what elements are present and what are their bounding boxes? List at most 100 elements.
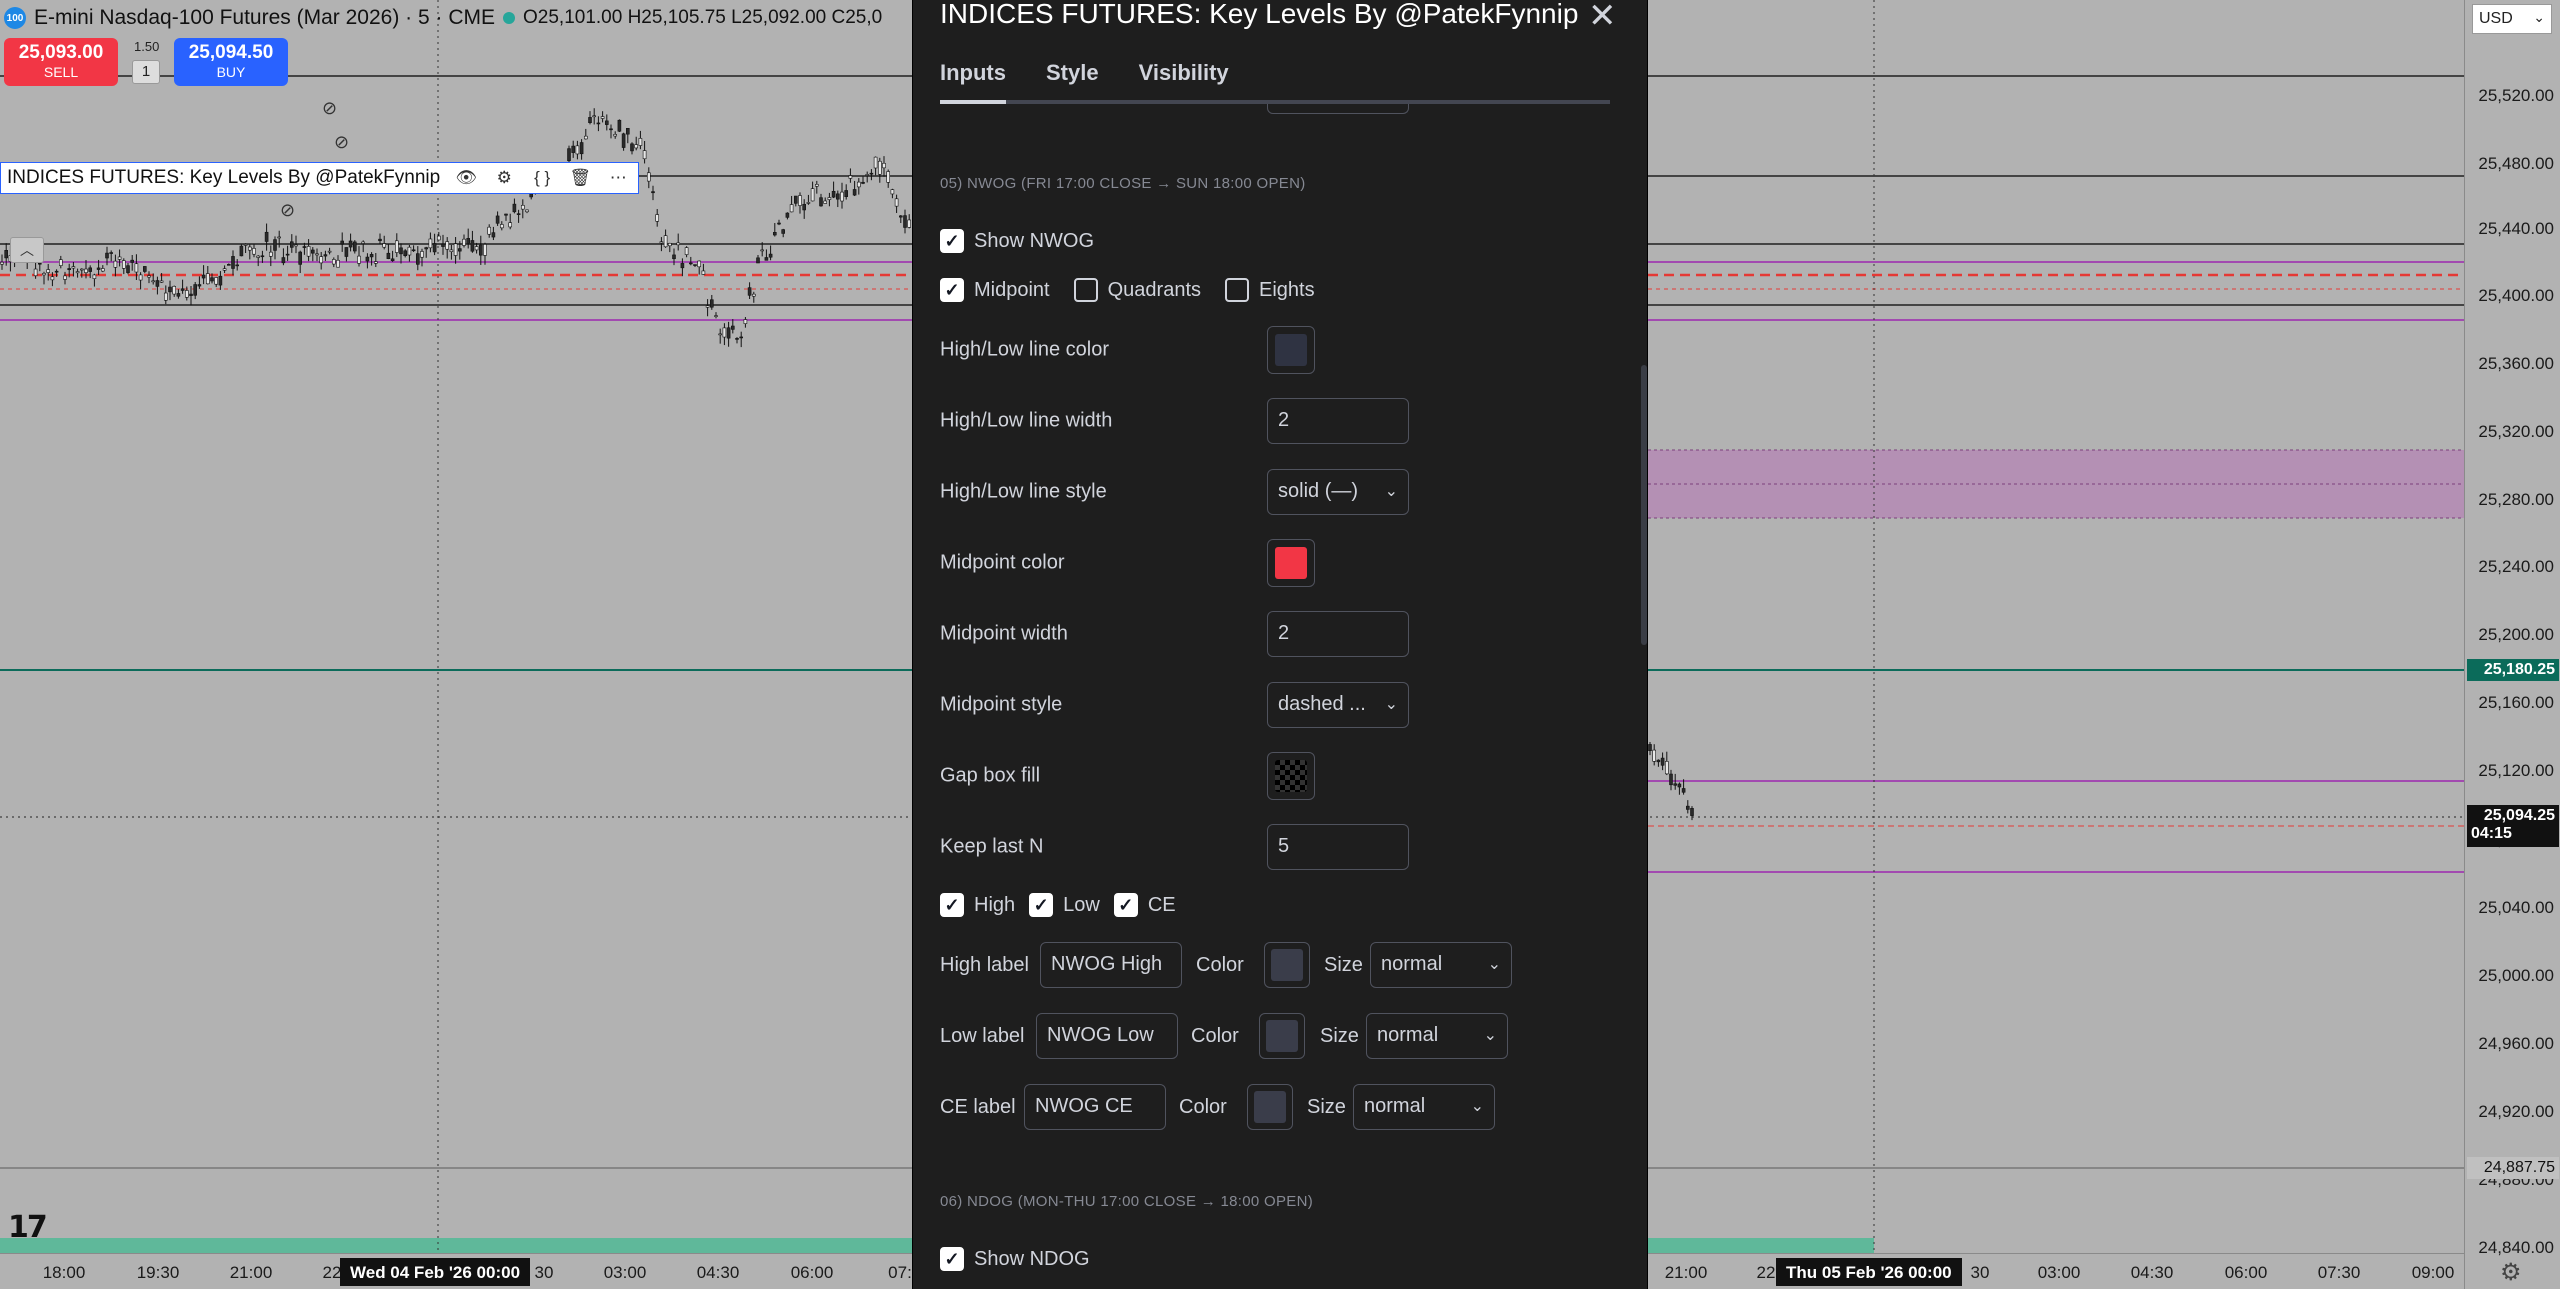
candle-body <box>525 209 529 213</box>
candle-body <box>571 145 576 153</box>
candle-body <box>411 249 416 252</box>
show-ndog-checkbox[interactable]: ✓ <box>940 1247 964 1271</box>
candle-body <box>130 259 134 263</box>
price-tick-label: 25,440.00 <box>2478 219 2554 238</box>
candle-body <box>378 238 382 242</box>
show-nwog-row[interactable]: ✓ Show NWOG <box>940 229 1094 253</box>
candle-body <box>294 244 298 247</box>
indicator-legend[interactable]: INDICES FUTURES: Key Levels By @PatekFyn… <box>0 162 640 194</box>
time-tick-label: 06:00 <box>2224 1263 2268 1282</box>
ce-color-swatch[interactable] <box>1247 1084 1293 1130</box>
quantity-box[interactable]: 1 <box>132 60 160 84</box>
sell-button[interactable]: 25,093.00 SELL <box>4 38 118 86</box>
candle-body <box>697 260 702 268</box>
show-nwog-checkbox[interactable]: ✓ <box>940 229 964 253</box>
tab-style[interactable]: Style <box>1046 60 1099 98</box>
candle-body <box>193 284 197 296</box>
tradingview-logo-icon[interactable]: 17 <box>8 1210 48 1245</box>
ce-label-input[interactable]: NWOG CE <box>1024 1084 1166 1130</box>
high-color-swatch[interactable] <box>1264 942 1310 988</box>
candle-body <box>42 273 46 276</box>
candle-body <box>508 222 513 228</box>
collapse-legend-button[interactable]: ︿ <box>10 237 44 263</box>
gap-fill-swatch[interactable] <box>1267 752 1315 800</box>
candle-body <box>382 243 387 248</box>
time-tick-label: 07: <box>888 1263 912 1282</box>
mid-color-label: Midpoint color <box>940 551 1065 574</box>
trash-icon[interactable]: 🗑 <box>568 166 592 190</box>
scrolled-input-field[interactable] <box>1267 104 1409 114</box>
tab-visibility[interactable]: Visibility <box>1139 60 1229 98</box>
hl-width-input[interactable]: 2 <box>1267 398 1409 444</box>
close-icon[interactable]: ✕ <box>1588 0 1617 36</box>
ce-checkbox[interactable]: ✓ <box>1113 893 1138 917</box>
candle-body <box>869 172 874 175</box>
candle-body <box>428 238 433 249</box>
indicator-settings-dialog: INDICES FUTURES: Key Levels By @PatekFyn… <box>912 0 1648 1289</box>
high-checkbox[interactable]: ✓ <box>940 893 964 917</box>
high-size-select[interactable]: normal ⌄ <box>1370 942 1512 988</box>
show-ndog-row[interactable]: ✓ Show NDOG <box>940 1247 1090 1271</box>
symbol-name[interactable]: E-mini Nasdaq-100 Futures (Mar 2026) · 5… <box>34 6 495 30</box>
active-tab-indicator <box>940 100 1006 104</box>
low-label-input[interactable]: NWOG Low <box>1036 1013 1178 1059</box>
candle-body <box>273 239 277 251</box>
low-color-swatch[interactable] <box>1259 1013 1305 1059</box>
candle-body <box>189 293 193 296</box>
more-options-icon[interactable]: ⋯ <box>606 166 630 190</box>
chevron-down-icon: ⌄ <box>2533 9 2545 25</box>
show-ndog-label: Show NDOG <box>974 1247 1090 1270</box>
low-size-select[interactable]: normal ⌄ <box>1366 1013 1508 1059</box>
eye-icon[interactable]: 👁 <box>454 166 478 190</box>
candle-body <box>806 202 811 204</box>
ce-size-select[interactable]: normal ⌄ <box>1353 1084 1495 1130</box>
dialog-scrollbar[interactable] <box>1641 365 1647 645</box>
candlesticks <box>0 108 912 348</box>
mid-color-swatch[interactable] <box>1267 539 1315 587</box>
hl-color-swatch[interactable] <box>1267 326 1315 374</box>
mid-width-input[interactable]: 2 <box>1267 611 1409 657</box>
price-tick-label: 25,160.00 <box>2478 693 2554 712</box>
mid-style-select[interactable]: dashed ... ⌄ <box>1267 682 1409 728</box>
price-scale[interactable]: 25,520.00 25,480.00 25,440.00 25,400.00 25,3… <box>2464 0 2560 1289</box>
ce-color-caption: Color <box>1179 1096 1227 1118</box>
buy-price: 25,094.50 <box>188 42 274 63</box>
eights-checkbox[interactable] <box>1225 278 1249 302</box>
candle-body <box>646 172 651 182</box>
ohlc-values: O25,101.00 H25,105.75 L25,092.00 C25,0 <box>523 7 883 28</box>
candle-body <box>642 150 647 160</box>
currency-select[interactable]: USD ⌄ <box>2472 4 2552 34</box>
buy-button[interactable]: 25,094.50 BUY <box>174 38 288 86</box>
price-tick-label: 25,280.00 <box>2478 490 2554 509</box>
spread-value: 1.50 <box>134 39 160 54</box>
candle-body <box>197 284 202 287</box>
candle-body <box>1669 773 1673 786</box>
candle-body <box>306 246 311 257</box>
quadrants-checkbox[interactable] <box>1073 278 1098 302</box>
candle-body <box>126 265 130 273</box>
hidden-drawing-icon[interactable]: ⊘ <box>334 132 349 153</box>
hidden-drawing-icon[interactable]: ⊘ <box>322 98 337 119</box>
candle-body <box>630 143 634 152</box>
chart-settings-gear-icon[interactable]: ⚙ <box>2500 1258 2522 1287</box>
candle-body <box>529 193 534 198</box>
high-label-input[interactable]: NWOG High <box>1040 942 1182 988</box>
mid-style-label: Midpoint style <box>940 693 1063 716</box>
keep-last-label: Keep last N <box>940 835 1044 858</box>
tab-inputs[interactable]: Inputs <box>940 60 1006 98</box>
candle-body <box>122 260 126 269</box>
candle-body <box>268 251 273 257</box>
candle-body <box>1690 808 1694 816</box>
candle-body <box>516 213 521 215</box>
candle-body <box>201 274 206 279</box>
hl-style-select[interactable]: solid (—) ⌄ <box>1267 469 1409 515</box>
high-label-caption: High label <box>940 954 1029 976</box>
low-checkbox[interactable]: ✓ <box>1029 893 1054 917</box>
source-code-icon[interactable]: { } <box>530 166 554 190</box>
midpoint-checkbox[interactable]: ✓ <box>940 278 964 302</box>
settings-gear-icon[interactable]: ⚙ <box>492 166 516 190</box>
candle-body <box>621 133 626 148</box>
candle-body <box>369 254 374 258</box>
hidden-drawing-icon[interactable]: ⊘ <box>280 200 295 221</box>
keep-last-input[interactable]: 5 <box>1267 824 1409 870</box>
